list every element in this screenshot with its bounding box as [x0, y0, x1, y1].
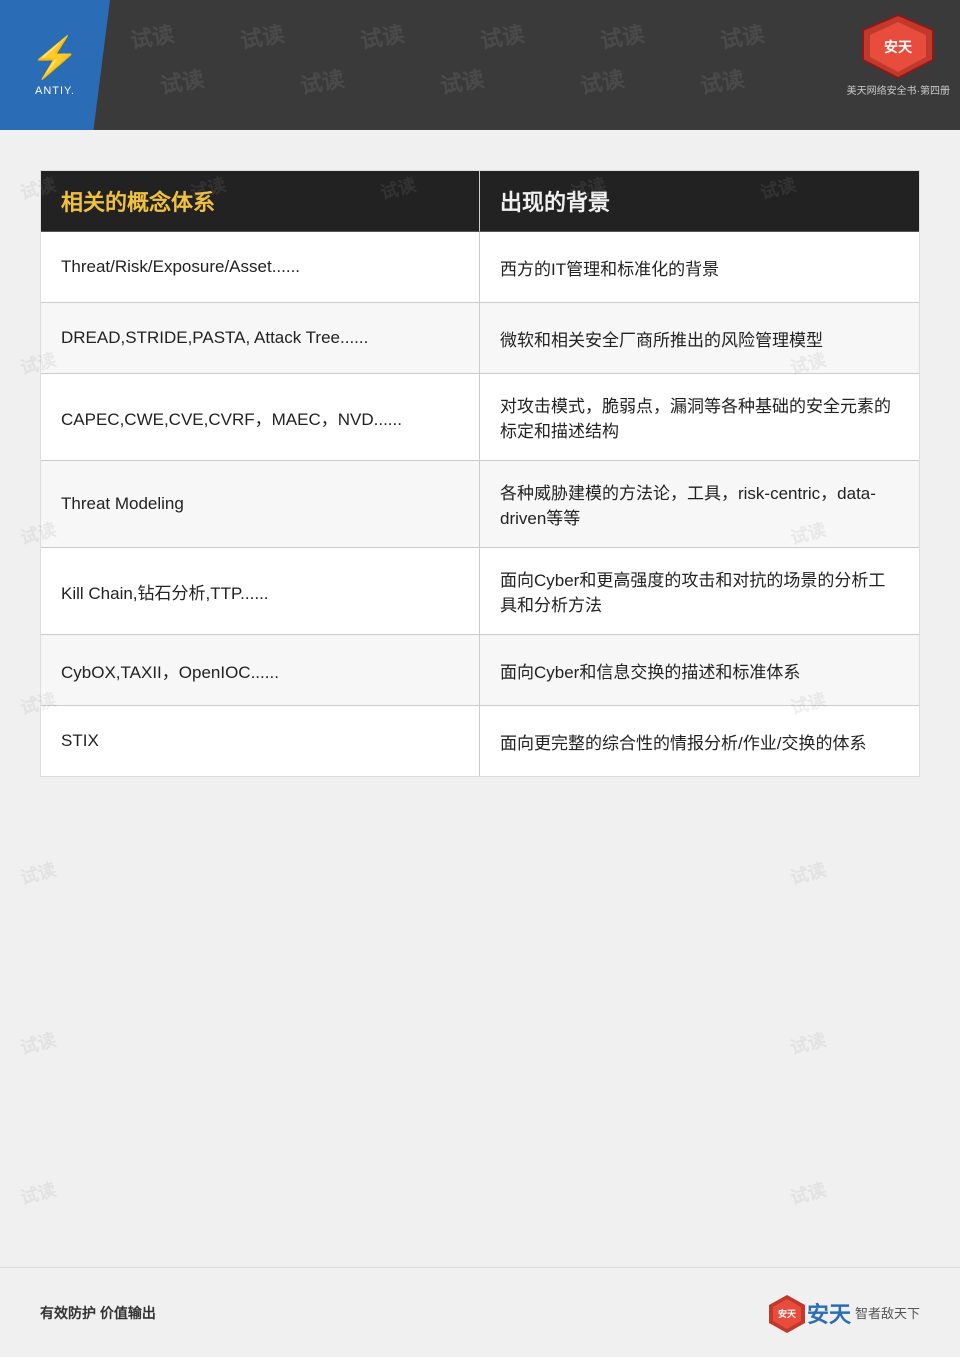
table-row: Threat/Risk/Exposure/Asset...... 西方的IT管理…	[41, 232, 919, 303]
col2-header: 出现的背景	[480, 171, 919, 232]
cell-left-3: CAPEC,CWE,CVE,CVRF，MAEC，NVD......	[41, 374, 480, 460]
cell-left-7: STIX	[41, 706, 480, 776]
logo-box: ⚡ ANTIY.	[0, 0, 110, 130]
col1-header: 相关的概念体系	[41, 171, 480, 232]
cell-left-2: DREAD,STRIDE,PASTA, Attack Tree......	[41, 303, 480, 373]
wm-6: 试读	[718, 16, 767, 55]
pwm-16: 试读	[17, 1176, 59, 1210]
pwm-13: 试读	[787, 856, 829, 890]
wm-11: 试读	[698, 61, 747, 100]
footer-right: 安天 安天 智者敌天下	[767, 1293, 920, 1333]
logo-text: ANTIY.	[35, 85, 75, 97]
footer-slogan: 智者敌天下	[855, 1303, 920, 1322]
table-row: Threat Modeling 各种威胁建模的方法论，工具，risk-centr…	[41, 461, 919, 548]
table-header-row: 相关的概念体系 出现的背景	[41, 171, 919, 232]
cell-left-4: Threat Modeling	[41, 461, 480, 547]
wm-7: 试读	[158, 61, 207, 100]
cell-left-5: Kill Chain,钻石分析,TTP......	[41, 548, 480, 634]
wm-8: 试读	[298, 61, 347, 100]
table-body: Threat/Risk/Exposure/Asset...... 西方的IT管理…	[41, 232, 919, 776]
footer: 有效防护 价值输出 安天 安天 智者敌天下	[0, 1267, 960, 1357]
cell-left-6: CybOX,TAXII，OpenIOC......	[41, 635, 480, 705]
main-content: 相关的概念体系 出现的背景 Threat/Risk/Exposure/Asset…	[40, 170, 920, 777]
antiy-logo-icon: 安天	[858, 10, 938, 80]
header-watermark-container: 试读 试读 试读 试读 试读 试读 试读 试读 试读 试读 试读	[0, 0, 960, 130]
table-row: DREAD,STRIDE,PASTA, Attack Tree...... 微软…	[41, 303, 919, 374]
header-right-logo: 安天 美天网络安全书·第四册	[847, 10, 950, 97]
cell-right-1: 西方的IT管理和标准化的背景	[480, 232, 919, 302]
footer-left-text: 有效防护 价值输出	[40, 1303, 156, 1323]
pwm-15: 试读	[787, 1026, 829, 1060]
footer-logo-brand: 安天	[807, 1297, 851, 1329]
table-row: CybOX,TAXII，OpenIOC...... 面向Cyber和信息交换的描…	[41, 635, 919, 706]
header: ⚡ ANTIY. 试读 试读 试读 试读 试读 试读 试读 试读 试读 试读 试…	[0, 0, 960, 130]
header-subtitle: 美天网络安全书·第四册	[847, 82, 950, 97]
wm-5: 试读	[598, 16, 647, 55]
cell-right-7: 面向更完整的综合性的情报分析/作业/交换的体系	[480, 706, 919, 776]
wm-3: 试读	[358, 16, 407, 55]
cell-right-4: 各种威胁建模的方法论，工具，risk-centric，data-driven等等	[480, 461, 919, 547]
logo-bolt-icon: ⚡	[30, 34, 80, 81]
wm-9: 试读	[438, 61, 487, 100]
wm-10: 试读	[578, 61, 627, 100]
table-row: Kill Chain,钻石分析,TTP...... 面向Cyber和更高强度的攻…	[41, 548, 919, 635]
cell-right-5: 面向Cyber和更高强度的攻击和对抗的场景的分析工具和分析方法	[480, 548, 919, 634]
pwm-12: 试读	[17, 856, 59, 890]
cell-right-2: 微软和相关安全厂商所推出的风险管理模型	[480, 303, 919, 373]
wm-2: 试读	[238, 16, 287, 55]
pwm-17: 试读	[787, 1176, 829, 1210]
cell-right-6: 面向Cyber和信息交换的描述和标准体系	[480, 635, 919, 705]
wm-1: 试读	[128, 16, 177, 55]
footer-logo-icon: 安天	[767, 1293, 807, 1333]
table-row: CAPEC,CWE,CVE,CVRF，MAEC，NVD...... 对攻击模式，…	[41, 374, 919, 461]
wm-4: 试读	[478, 16, 527, 55]
table-row: STIX 面向更完整的综合性的情报分析/作业/交换的体系	[41, 706, 919, 776]
cell-right-3: 对攻击模式，脆弱点，漏洞等各种基础的安全元素的标定和描述结构	[480, 374, 919, 460]
pwm-14: 试读	[17, 1026, 59, 1060]
cell-left-1: Threat/Risk/Exposure/Asset......	[41, 232, 480, 302]
svg-text:安天: 安天	[778, 1308, 797, 1319]
svg-text:安天: 安天	[884, 39, 913, 55]
